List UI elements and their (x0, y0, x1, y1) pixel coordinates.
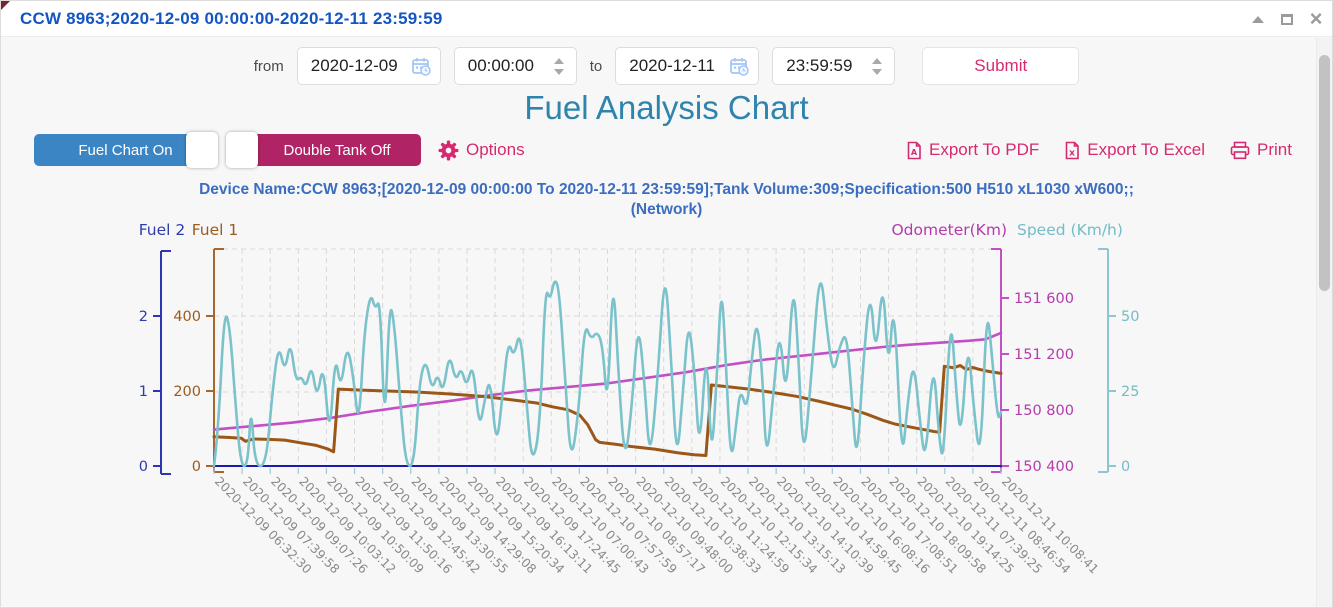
fuel1-tick-label: 200 (173, 384, 201, 400)
export-pdf-button[interactable]: A Export To PDF (906, 140, 1039, 160)
to-date-input[interactable] (629, 56, 722, 76)
speed-axis-title: Speed (Km/h) (1017, 222, 1123, 239)
options-label: Options (466, 140, 525, 160)
collapse-button[interactable] (1250, 11, 1266, 27)
close-button[interactable]: × (1308, 11, 1324, 27)
scrollbar-track[interactable] (1316, 38, 1332, 607)
svg-text:A: A (911, 148, 918, 157)
fuel2-axis-title: Fuel 2 (139, 222, 186, 239)
printer-icon (1230, 141, 1250, 160)
window-title: CCW 8963;2020-12-09 00:00:00-2020-12-11 … (20, 9, 443, 29)
speed-tick-label: 50 (1121, 309, 1139, 325)
speed-tick-label: 0 (1121, 459, 1130, 475)
toggle-knob (186, 132, 218, 168)
fuel1-axis-title: Fuel 1 (192, 222, 239, 239)
speed-tick-label: 25 (1121, 384, 1139, 400)
odometer-tick-label: 151 200 (1014, 347, 1074, 363)
print-button[interactable]: Print (1230, 140, 1292, 160)
corner-mark (1, 1, 10, 10)
page-title: Fuel Analysis Chart (1, 88, 1332, 130)
svg-text:x: x (1069, 148, 1075, 158)
from-label: from (254, 58, 284, 75)
submit-button[interactable]: Submit (922, 47, 1079, 85)
from-date-field[interactable] (297, 47, 441, 85)
export-actions: A Export To PDF x Export To Excel Prin (906, 140, 1292, 160)
date-range-form: from to (1, 37, 1332, 85)
options-button[interactable]: Options (438, 140, 525, 161)
maximize-icon (1281, 14, 1293, 25)
fuel1-tick-label: 0 (192, 459, 201, 475)
from-date-input[interactable] (311, 56, 404, 76)
chart-svg: 0 1 2 Fuel 2 0 200 400 Fuel 1 150 400 150 800 151 … (1, 222, 1333, 608)
collapse-icon (1252, 16, 1264, 23)
pdf-file-icon: A (906, 141, 922, 160)
spinner-up-icon[interactable] (872, 58, 882, 64)
scrollbar-thumb[interactable] (1319, 55, 1330, 291)
toggle-knob (226, 132, 258, 168)
double-tank-toggle[interactable]: Double Tank Off (227, 134, 421, 166)
export-excel-label: Export To Excel (1087, 140, 1205, 160)
odometer-tick-label: 151 600 (1014, 291, 1074, 307)
excel-file-icon: x (1064, 141, 1080, 160)
fuel2-tick-label: 2 (139, 309, 148, 325)
print-label: Print (1257, 140, 1292, 160)
odometer-tick-label: 150 800 (1014, 403, 1074, 419)
from-time-input[interactable] (468, 56, 543, 76)
to-time-field[interactable] (772, 47, 895, 85)
spinner-down-icon[interactable] (872, 69, 882, 75)
double-tank-toggle-label: Double Tank Off (269, 142, 404, 159)
odometer-tick-label: 150 400 (1014, 459, 1074, 475)
to-time-spinner (869, 56, 885, 77)
calendar-icon[interactable] (412, 57, 431, 76)
fuel-chart: 0 1 2 Fuel 2 0 200 400 Fuel 1 150 400 150 800 151 … (1, 222, 1332, 608)
export-excel-button[interactable]: x Export To Excel (1064, 140, 1205, 160)
fuel-analysis-window: CCW 8963;2020-12-09 00:00:00-2020-12-11 … (0, 0, 1333, 608)
to-label: to (590, 58, 603, 75)
from-time-spinner (551, 56, 567, 77)
fuel2-tick-label: 0 (139, 459, 148, 475)
fuel-chart-toggle[interactable]: Fuel Chart On (34, 134, 217, 166)
fuel2-tick-label: 1 (139, 384, 148, 400)
calendar-icon[interactable] (730, 57, 749, 76)
spinner-up-icon[interactable] (554, 58, 564, 64)
gear-icon (438, 140, 459, 161)
fuel-chart-toggle-label: Fuel Chart On (64, 142, 186, 159)
close-icon: × (1310, 12, 1323, 26)
from-time-field[interactable] (454, 47, 577, 85)
fuel1-tick-label: 400 (173, 309, 201, 325)
spinner-down-icon[interactable] (554, 69, 564, 75)
titlebar: CCW 8963;2020-12-09 00:00:00-2020-12-11 … (1, 1, 1332, 37)
maximize-button[interactable] (1279, 11, 1295, 27)
window-controls: × (1250, 1, 1324, 37)
to-time-input[interactable] (786, 56, 861, 76)
odometer-axis-title: Odometer(Km) (891, 222, 1007, 239)
device-info: Device Name:CCW 8963;[2020-12-09 00:00:0… (174, 180, 1159, 220)
controls-row: Fuel Chart On Double Tank Off Options (34, 132, 1292, 168)
to-date-field[interactable] (615, 47, 759, 85)
export-pdf-label: Export To PDF (929, 140, 1039, 160)
